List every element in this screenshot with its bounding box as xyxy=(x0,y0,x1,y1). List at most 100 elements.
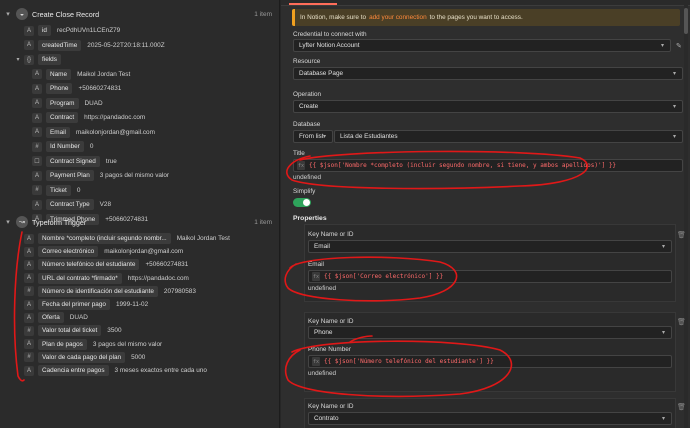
field-key[interactable]: fields xyxy=(38,54,61,65)
email-label: Email xyxy=(308,261,324,268)
chevron-down-icon[interactable]: ▾ xyxy=(4,10,12,18)
credential-select[interactable]: Lyfter Notion Account ▾ xyxy=(293,39,671,52)
field-key[interactable]: URL del contrato *firmado* xyxy=(38,272,122,284)
field-value: https://pandadoc.com xyxy=(84,114,146,121)
field-key[interactable]: Oferta xyxy=(38,312,64,324)
email-expression-input[interactable]: fx {{ $json['Correo electrónico'] }} xyxy=(308,270,672,283)
data-row[interactable]: A URL del contrato *firmado* https://panda… xyxy=(24,272,189,285)
field-key[interactable]: Contract xyxy=(46,112,79,123)
node-title: Typeform Trigger xyxy=(32,217,87,227)
type-icon: A xyxy=(32,112,42,123)
field-value: 2025-05-22T20:18:11.000Z xyxy=(87,41,165,49)
type-icon: A xyxy=(24,233,34,244)
edit-credential-icon[interactable]: ✎ xyxy=(676,42,682,50)
operation-select[interactable]: Create ▾ xyxy=(293,100,683,113)
field-key[interactable]: Valor de cada pago del plan xyxy=(38,351,126,363)
typeform-trigger-node[interactable]: ▾ ↝ Typeform Trigger 1 item xyxy=(4,214,278,230)
data-row[interactable]: AcreatedTime 2025-05-22T20:18:11.000Z xyxy=(24,39,165,52)
data-row[interactable]: A Contract Type V28 xyxy=(32,198,111,211)
type-icon: A xyxy=(32,83,42,94)
data-row[interactable]: ☐ Contract Signed true xyxy=(32,155,117,168)
property-email xyxy=(304,224,676,302)
key-name-select[interactable]: Contrato ▾ xyxy=(308,412,672,425)
chevron-down-icon[interactable]: ▾ xyxy=(4,218,12,226)
chevron-down-icon: ▾ xyxy=(672,71,676,77)
data-row[interactable]: A Contract https://pandadoc.com xyxy=(32,111,145,124)
data-row[interactable]: A Email maikolonjordan@gmail.com xyxy=(32,126,155,139)
field-key[interactable]: createdTime xyxy=(38,39,82,51)
add-connection-link[interactable]: add your connection xyxy=(369,14,427,21)
data-row[interactable]: Aid recPdhUVn1LCEnZ79 xyxy=(24,24,120,37)
phone-result: undefined xyxy=(308,370,337,377)
data-row[interactable]: A Número telefónico del estudiante +506602… xyxy=(24,258,188,271)
trash-icon[interactable]: 🗑 xyxy=(677,403,686,411)
simplify-toggle[interactable] xyxy=(293,198,311,207)
field-value: 3500 xyxy=(107,327,122,335)
data-row[interactable]: A Phone +50660274831 xyxy=(32,82,121,95)
data-row[interactable]: A Program DUAD xyxy=(32,97,103,110)
chevron-down-icon: ▾ xyxy=(322,134,326,140)
data-row[interactable]: # Número de identificación del estudiante… xyxy=(24,285,196,298)
field-key[interactable]: Contract Signed xyxy=(46,155,100,167)
field-key[interactable]: Plan de pagos xyxy=(38,338,87,350)
properties-heading: Properties xyxy=(293,215,327,222)
field-key[interactable]: Payment Plan xyxy=(46,170,94,181)
field-key[interactable]: Valor total del ticket xyxy=(38,325,102,337)
data-row[interactable]: A Oferta DUAD xyxy=(24,311,88,324)
chevron-down-icon: ▾ xyxy=(661,244,665,250)
property-phone xyxy=(304,312,676,392)
type-icon: A xyxy=(24,25,34,36)
type-icon: A xyxy=(24,40,34,50)
data-row[interactable]: A Plan de pagos 3 pagos del mismo valor xyxy=(24,338,162,351)
trash-icon[interactable]: 🗑 xyxy=(677,231,686,239)
database-select[interactable]: Lista de Estudiantes ▾ xyxy=(334,130,683,143)
data-row[interactable]: # Valor total del ticket 3500 xyxy=(24,324,122,337)
field-value: V28 xyxy=(99,201,112,208)
chevron-down-icon[interactable]: ▾ xyxy=(14,56,22,63)
key-name-select[interactable]: Phone ▾ xyxy=(308,326,672,339)
resource-select[interactable]: Database Page ▾ xyxy=(293,67,683,80)
field-key[interactable]: Número de identificación del estudiante xyxy=(38,285,158,297)
field-key[interactable]: Nombre *completo (incluir segundo nombr.… xyxy=(38,233,171,244)
field-key[interactable]: Id Number xyxy=(46,141,84,152)
data-row[interactable]: A Name Maikol Jordan Test xyxy=(32,68,130,81)
data-row[interactable]: A Payment Plan 3 pagos del mismo valor xyxy=(32,169,169,182)
field-key[interactable]: Phone xyxy=(46,83,73,94)
data-row[interactable]: A Fecha del primer pago 1999-11-02 xyxy=(24,298,148,311)
data-row[interactable]: A Correo electrónico maikolonjordan@gmail.… xyxy=(24,245,183,258)
phone-number-label: Phone Number xyxy=(308,346,351,353)
data-row[interactable]: ▾{} fields xyxy=(14,53,67,66)
field-value: recPdhUVn1LCEnZ79 xyxy=(56,27,121,34)
data-row[interactable]: # Id Number 0 xyxy=(32,140,93,153)
data-row[interactable]: # Valor de cada pago del plan 5000 xyxy=(24,351,145,364)
field-key[interactable]: Name xyxy=(46,68,72,80)
title-expression-input[interactable]: fx {{ $json['Nombre *completo (incluir s… xyxy=(293,159,683,172)
field-key[interactable]: id xyxy=(38,25,51,36)
chevron-down-icon: ▾ xyxy=(661,330,665,336)
field-key[interactable]: Fecha del primer pago xyxy=(38,299,110,310)
key-name-select[interactable]: Email ▾ xyxy=(308,240,672,253)
field-value: true xyxy=(105,157,117,165)
scrollbar-thumb[interactable] xyxy=(684,8,688,34)
field-key[interactable]: Program xyxy=(46,97,79,109)
field-value: maikolonjordan@gmail.com xyxy=(75,128,155,136)
data-row[interactable]: A Nombre *completo (incluir segundo nombr… xyxy=(24,232,230,245)
type-icon: A xyxy=(24,365,34,376)
chevron-down-icon: ▾ xyxy=(661,416,665,422)
tab-parameters[interactable] xyxy=(289,0,337,5)
field-key[interactable]: Correo electrónico xyxy=(38,246,99,258)
chevron-down-icon: ▾ xyxy=(660,43,664,49)
phone-expression-input[interactable]: fx {{ $json['Número telefónico del estud… xyxy=(308,355,672,368)
database-mode-select[interactable]: From list ▾ xyxy=(293,130,333,143)
create-close-record-node[interactable]: ▾ ◒ Create Close Record 1 item xyxy=(4,6,278,22)
field-value: 5000 xyxy=(131,353,146,361)
trash-icon[interactable]: 🗑 xyxy=(677,318,686,326)
field-key[interactable]: Número telefónico del estudiante xyxy=(38,259,140,271)
scrollbar[interactable] xyxy=(684,0,688,428)
data-row[interactable]: A Cadencia entre pagos 3 meses exactos ent… xyxy=(24,364,207,377)
field-key[interactable]: Ticket xyxy=(46,184,71,196)
field-key[interactable]: Email xyxy=(46,126,70,138)
field-key[interactable]: Contract Type xyxy=(46,199,94,210)
field-key[interactable]: Cadencia entre pagos xyxy=(38,365,109,376)
data-row[interactable]: # Ticket 0 xyxy=(32,184,80,197)
